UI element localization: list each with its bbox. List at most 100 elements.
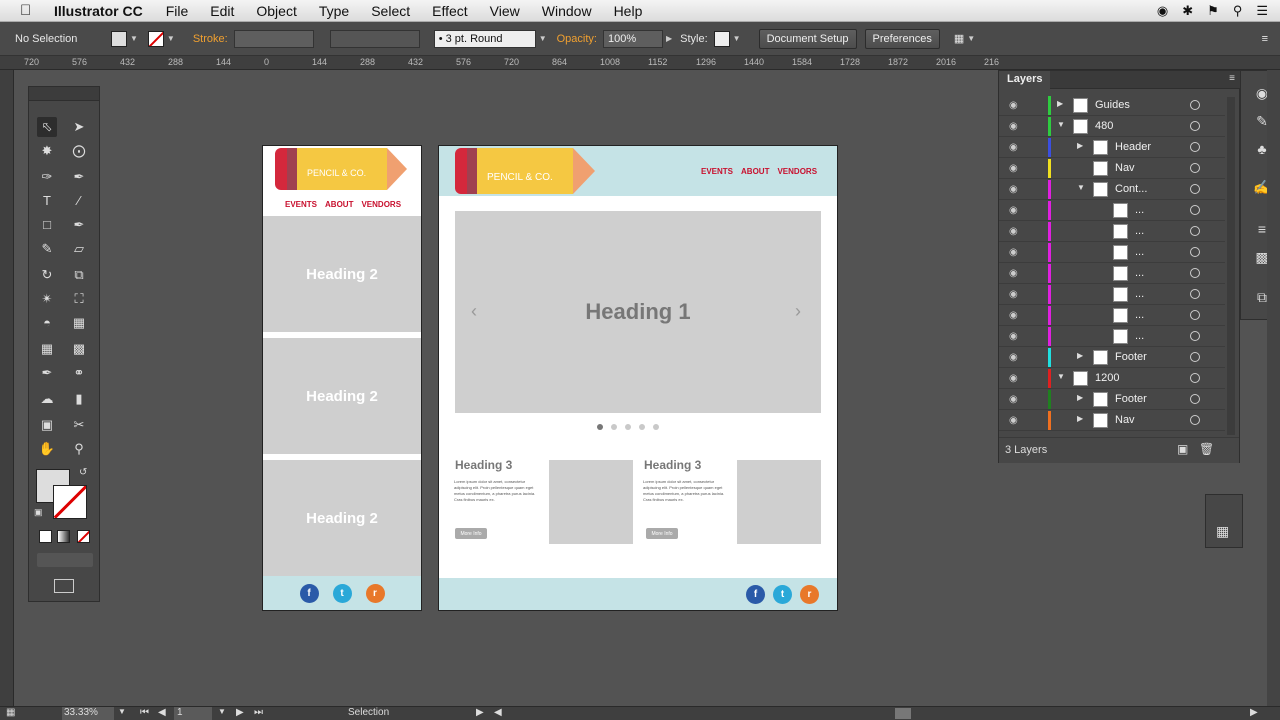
collapse-triangle-icon[interactable]: ▼ — [1077, 183, 1085, 192]
layer-name[interactable]: Header — [1115, 141, 1151, 153]
default-colors-icon[interactable]: ▣ — [34, 507, 43, 518]
color-mode-icon[interactable] — [39, 530, 52, 543]
slice-tool-icon[interactable]: ✂ — [69, 415, 89, 435]
menu-window[interactable]: Window — [531, 3, 603, 19]
visibility-eye-icon[interactable]: ◉ — [1009, 373, 1023, 384]
bluetooth-icon[interactable]: ✱ — [1182, 3, 1193, 19]
target-circle-icon[interactable] — [1190, 184, 1200, 194]
collapse-triangle-icon[interactable]: ▼ — [1057, 372, 1065, 381]
visibility-eye-icon[interactable]: ◉ — [1009, 121, 1023, 132]
chevron-left-icon[interactable]: ‹ — [471, 301, 477, 322]
target-circle-icon[interactable] — [1190, 331, 1200, 341]
eyedropper-tool-icon[interactable]: ✒ — [37, 363, 57, 383]
artboard-1200[interactable]: PENCIL & CO. EVENTS ABOUT VENDORS Headin… — [438, 145, 838, 611]
visibility-eye-icon[interactable]: ◉ — [1009, 415, 1023, 426]
perspective-grid-tool-icon[interactable]: ▦ — [69, 313, 89, 333]
width-tool-icon[interactable]: ✴ — [37, 289, 57, 309]
facebook-icon[interactable]: f — [299, 583, 319, 603]
document-setup-button[interactable]: Document Setup — [758, 28, 857, 49]
layer-row[interactable]: ◉... — [999, 305, 1225, 326]
layer-name[interactable]: ... — [1135, 246, 1144, 258]
more-info-button[interactable]: More Info — [455, 528, 487, 539]
panel-menu-icon[interactable]: ≡ — [1229, 73, 1235, 84]
layer-name[interactable]: Nav — [1115, 414, 1135, 426]
layer-row[interactable]: ◉ Nav — [999, 158, 1225, 179]
target-circle-icon[interactable] — [1190, 142, 1200, 152]
panel-menu-icon[interactable]: ≡ — [1262, 33, 1268, 45]
layer-name[interactable]: ... — [1135, 309, 1144, 321]
layer-row[interactable]: ◉ ▼ Cont... — [999, 179, 1225, 200]
target-circle-icon[interactable] — [1190, 373, 1200, 383]
opacity-label[interactable]: Opacity: — [557, 33, 597, 45]
layer-row[interactable]: ◉... — [999, 242, 1225, 263]
target-circle-icon[interactable] — [1190, 394, 1200, 404]
collapse-triangle-icon[interactable]: ▼ — [1057, 120, 1065, 129]
visibility-eye-icon[interactable]: ◉ — [1009, 352, 1023, 363]
layer-name[interactable]: Nav — [1115, 162, 1135, 174]
layer-name[interactable]: ... — [1135, 225, 1144, 237]
target-circle-icon[interactable] — [1190, 247, 1200, 257]
arrange-icon[interactable]: ▦ — [954, 32, 964, 45]
direct-selection-tool-icon[interactable]: ➤ — [69, 117, 89, 137]
chevron-down-icon[interactable]: ▼ — [733, 34, 741, 43]
menu-view[interactable]: View — [479, 3, 531, 19]
visibility-eye-icon[interactable]: ◉ — [1009, 142, 1023, 153]
menu-type[interactable]: Type — [308, 3, 360, 19]
target-circle-icon[interactable] — [1190, 268, 1200, 278]
layer-row[interactable]: ◉... — [999, 326, 1225, 347]
visibility-eye-icon[interactable]: ◉ — [1009, 289, 1023, 300]
chevron-right-icon[interactable]: › — [795, 301, 801, 322]
vertical-scrollbar[interactable] — [1267, 70, 1280, 706]
scroll-right-icon[interactable]: ▶ — [1250, 707, 1258, 718]
rotate-tool-icon[interactable]: ↻ — [37, 265, 57, 285]
layer-name[interactable]: 1200 — [1095, 372, 1119, 384]
menu-effect[interactable]: Effect — [421, 3, 479, 19]
layer-row[interactable]: ◉... — [999, 284, 1225, 305]
chevron-down-icon[interactable]: ▼ — [967, 34, 975, 43]
rss-icon[interactable]: r — [800, 584, 819, 604]
pen-tool-icon[interactable]: ✑ — [37, 167, 57, 187]
menu-object[interactable]: Object — [245, 3, 307, 19]
layer-row[interactable]: ◉ ▶ Footer — [999, 389, 1225, 410]
tools-panel-header[interactable] — [29, 87, 99, 101]
brush-field[interactable]: • 3 pt. Round — [433, 29, 536, 48]
app-name[interactable]: Illustrator CC — [40, 3, 155, 19]
nav-about[interactable]: ABOUT — [741, 167, 769, 176]
layer-row[interactable]: ◉ ▶ Header — [999, 137, 1225, 158]
chevron-down-icon[interactable]: ▼ — [218, 707, 226, 716]
mesh-tool-icon[interactable]: ▦ — [37, 339, 57, 359]
paintbrush-tool-icon[interactable]: ✒ — [69, 215, 89, 235]
selection-tool-icon[interactable]: ⬁ — [37, 117, 57, 137]
layer-name[interactable]: Footer — [1115, 393, 1147, 405]
variable-width-field[interactable] — [329, 29, 420, 48]
nav-about[interactable]: ABOUT — [325, 200, 353, 209]
layer-name[interactable]: ... — [1135, 267, 1144, 279]
menu-help[interactable]: Help — [603, 3, 654, 19]
scroll-left-icon[interactable]: ◀ — [494, 707, 502, 718]
vertical-ruler[interactable] — [0, 70, 14, 706]
none-mode-icon[interactable] — [77, 530, 90, 543]
graph-tool-icon[interactable]: ▮ — [69, 389, 89, 409]
last-artboard-icon[interactable]: ⏭ — [254, 707, 263, 718]
twitter-icon[interactable]: t — [332, 583, 352, 603]
target-circle-icon[interactable] — [1190, 163, 1200, 173]
stroke-swatch[interactable] — [147, 30, 164, 47]
rectangle-tool-icon[interactable]: □ — [37, 215, 57, 235]
chevron-down-icon[interactable]: ▼ — [539, 34, 547, 43]
flag-icon[interactable]: ⚑ — [1207, 3, 1219, 19]
target-circle-icon[interactable] — [1190, 100, 1200, 110]
fill-swatch[interactable] — [111, 30, 127, 47]
target-circle-icon[interactable] — [1190, 205, 1200, 215]
visibility-eye-icon[interactable]: ◉ — [1009, 226, 1023, 237]
artboard-number-field[interactable]: 1 — [174, 707, 212, 720]
layer-row[interactable]: ◉ ▶ Guides — [999, 95, 1225, 116]
twitter-icon[interactable]: t — [773, 584, 792, 604]
visibility-eye-icon[interactable]: ◉ — [1009, 394, 1023, 405]
trash-icon[interactable]: 🗑 — [1199, 442, 1214, 456]
artboard-480[interactable]: PENCIL & CO. EVENTS ABOUT VENDORS Headin… — [262, 145, 422, 611]
expand-triangle-icon[interactable]: ▶ — [1077, 141, 1083, 150]
screen-mode-icon[interactable] — [54, 579, 74, 593]
swap-colors-icon[interactable]: ↺ — [79, 467, 87, 478]
target-circle-icon[interactable] — [1190, 415, 1200, 425]
visibility-eye-icon[interactable]: ◉ — [1009, 184, 1023, 195]
